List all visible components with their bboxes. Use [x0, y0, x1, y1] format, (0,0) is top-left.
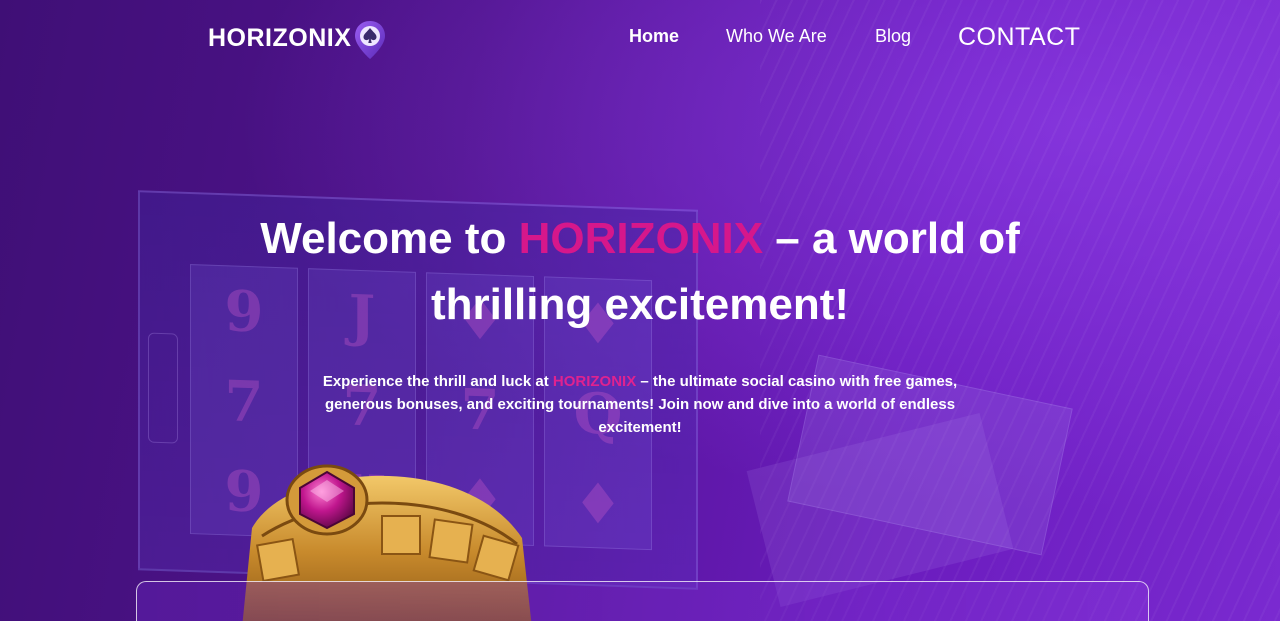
nav-home-link[interactable]: Home [629, 26, 679, 47]
hero-subtitle: Experience the thrill and luck at HORIZO… [320, 370, 960, 439]
site-header: HORIZONIX Home Who We Are Blog CONTACT [0, 0, 1280, 78]
hero-title-prefix: Welcome to [260, 214, 519, 263]
hero-title-brand: HORIZONIX [518, 214, 764, 263]
hero-subtitle-prefix: Experience the thrill and luck at [322, 373, 553, 390]
hero-title: Welcome to HORIZONIX – a world of thrill… [180, 206, 1100, 338]
nav-blog-link[interactable]: Blog [875, 26, 911, 47]
nav-who-we-are-link[interactable]: Who We Are [726, 26, 827, 47]
spade-pin-icon [355, 21, 386, 59]
brand-name: HORIZONIX [208, 23, 352, 52]
feature-panel [136, 581, 1149, 621]
nav-contact-link[interactable]: CONTACT [958, 23, 1080, 52]
brand-logo[interactable]: HORIZONIX [208, 18, 387, 59]
hero-subtitle-brand: HORIZONIX [552, 373, 637, 390]
slot-side-panel [148, 332, 178, 444]
